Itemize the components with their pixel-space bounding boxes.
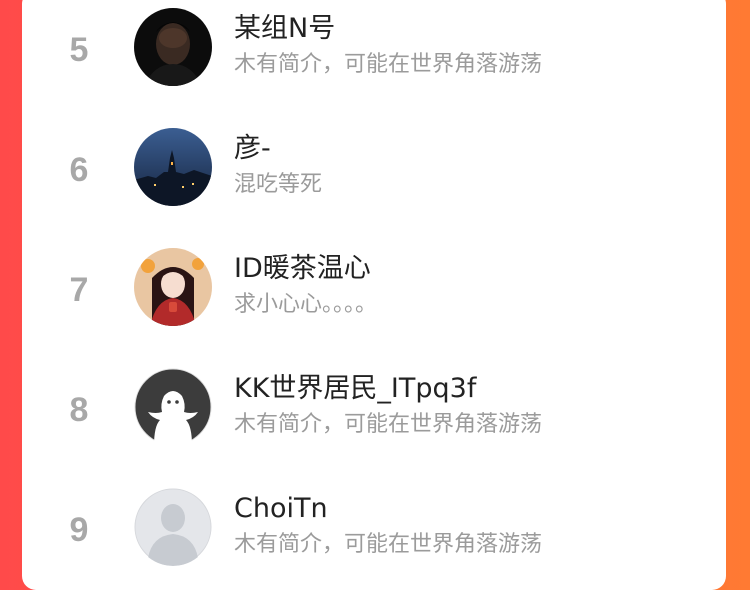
ranking-row-6[interactable]: 6 彦- 混吃等死 [22, 120, 726, 220]
user-bio: 求小心心。。。。 [234, 292, 378, 317]
user-avatar[interactable] [134, 488, 212, 566]
user-name[interactable]: 某组N号 [234, 12, 335, 46]
avatar-default-person-icon [134, 488, 212, 566]
user-name[interactable]: KK世界居民_ITpq3f [234, 372, 476, 406]
rank-number: 7 [69, 271, 89, 309]
user-avatar[interactable] [134, 368, 212, 446]
user-avatar[interactable] [134, 128, 212, 206]
ranking-row-5[interactable]: 5 某组N号 木有简介，可能在世界角落游荡 [22, 0, 726, 100]
rank-number: 8 [69, 391, 89, 429]
rank-number: 9 [69, 511, 89, 549]
avatar-default-ghost-icon [134, 368, 212, 446]
user-bio: 木有简介，可能在世界角落游荡 [234, 52, 543, 77]
ranking-row-7[interactable]: 7 ID暖茶温心 求小心心。。。。 [22, 240, 726, 340]
ranking-row-8[interactable]: 8 KK世界居民_ITpq3f 木有简介，可能在世界角落游荡 [22, 360, 726, 460]
user-name[interactable]: ID暖茶温心 [234, 252, 371, 286]
rank-number: 6 [69, 151, 89, 189]
user-bio: 木有简介，可能在世界角落游荡 [234, 412, 543, 437]
user-bio: 木有简介，可能在世界角落游荡 [234, 532, 543, 557]
avatar-photo-night-castle [134, 128, 212, 206]
rank-number: 5 [69, 31, 89, 69]
user-avatar[interactable] [134, 8, 212, 86]
user-name[interactable]: ChoiTn [234, 492, 328, 526]
avatar-illustration-anime-girl [134, 248, 212, 326]
ranking-row-9[interactable]: 9 ChoiTn 木有简介，可能在世界角落游荡 [22, 480, 726, 580]
avatar-photo-dark-portrait [134, 8, 212, 86]
ranking-card: 5 某组N号 木有简介，可能在世界角落游荡 6 彦- 混吃等死 7 ID暖茶温心… [22, 0, 726, 590]
user-bio: 混吃等死 [234, 172, 323, 197]
user-avatar[interactable] [134, 248, 212, 326]
user-name[interactable]: 彦- [234, 132, 271, 166]
